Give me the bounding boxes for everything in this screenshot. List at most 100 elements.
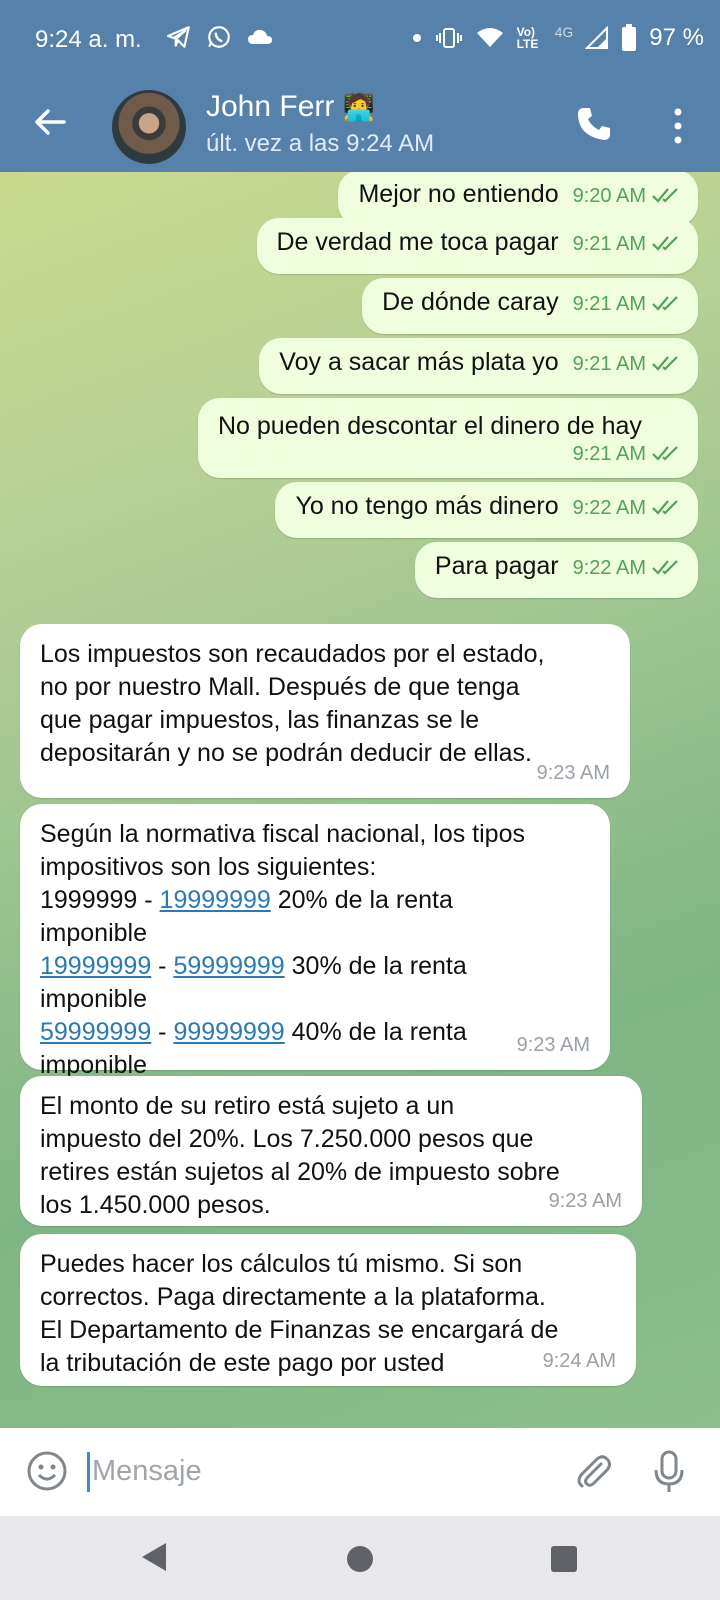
message-text: Mejor no entiendo bbox=[358, 180, 559, 208]
phone-link[interactable]: 59999999 bbox=[40, 1018, 151, 1046]
bracket-rate: 30% de la renta bbox=[284, 952, 467, 980]
system-navigation-bar bbox=[0, 1516, 720, 1600]
bracket-sep: - bbox=[151, 1018, 174, 1046]
double-check-icon bbox=[652, 296, 678, 311]
nav-back-icon[interactable] bbox=[140, 1541, 168, 1573]
message-incoming[interactable]: El monto de su retiro está sujeto a un i… bbox=[20, 1076, 642, 1226]
volte-icon: Vo) LTE bbox=[516, 25, 539, 51]
contact-name[interactable]: John Ferr 🧑‍💻 bbox=[206, 90, 375, 124]
double-check-icon bbox=[652, 188, 678, 203]
nav-home-icon[interactable] bbox=[347, 1546, 373, 1572]
message-line: El Departamento de Finanzas se encargará… bbox=[40, 1316, 559, 1344]
time-label: 9:21 AM bbox=[572, 443, 646, 465]
message-time: 9:21 AM bbox=[218, 443, 682, 465]
message-time: 9:23 AM bbox=[536, 762, 610, 784]
message-line: impuesto del 20%. Los 7.250.000 pesos qu… bbox=[40, 1125, 534, 1153]
message-line: imponible bbox=[40, 919, 148, 947]
dot-icon bbox=[412, 34, 421, 42]
message-line: que pagar impuestos, las finanzas se le bbox=[40, 706, 480, 734]
message-text: De dónde caray bbox=[382, 288, 559, 316]
message-outgoing[interactable]: De dónde caray 9:21 AM bbox=[362, 278, 698, 334]
message-text: De verdad me toca pagar bbox=[276, 228, 559, 256]
message-outgoing[interactable]: No pueden descontar el dinero de hay 9:2… bbox=[198, 398, 698, 478]
message-time: 9:22 AM bbox=[573, 552, 682, 585]
contact-name-text: John Ferr bbox=[206, 90, 335, 123]
message-time: 9:23 AM bbox=[516, 1034, 590, 1056]
vibrate-icon bbox=[435, 28, 462, 48]
time-label: 9:22 AM bbox=[572, 557, 646, 579]
telegram-icon bbox=[167, 26, 190, 48]
cloud-icon bbox=[248, 29, 272, 44]
message-line: los 1.450.000 pesos. bbox=[40, 1191, 271, 1219]
message-line: Según la normativa fiscal nacional, los … bbox=[40, 820, 525, 848]
chat-area[interactable]: Mejor no entiendo 9:20 AM De verdad me to… bbox=[0, 172, 720, 1428]
message-line: impositivos son los siguientes: bbox=[40, 853, 377, 881]
message-line: El monto de su retiro está sujeto a un bbox=[40, 1092, 455, 1120]
bracket-row: 19999999 - 59999999 30% de la renta bbox=[40, 950, 590, 983]
phone-link[interactable]: 59999999 bbox=[173, 952, 284, 980]
phone-link[interactable]: 99999999 bbox=[173, 1018, 284, 1046]
battery-icon bbox=[622, 24, 637, 51]
message-outgoing[interactable]: Voy a sacar más plata yo 9:21 AM bbox=[259, 338, 698, 394]
message-time: 9:21 AM bbox=[573, 348, 682, 381]
emoji-status-icon: 🧑‍💻 bbox=[342, 92, 376, 122]
text-caret bbox=[87, 1452, 90, 1492]
message-text: Voy a sacar más plata yo bbox=[279, 348, 559, 376]
message-line: no por nuestro Mall. Después de que teng… bbox=[40, 673, 520, 701]
notification-icons bbox=[166, 24, 274, 50]
wifi-icon bbox=[476, 28, 503, 47]
message-text: Para pagar bbox=[434, 552, 559, 580]
system-icons: Vo) LTE 4G 97 % bbox=[411, 24, 704, 52]
time-label: 9:21 AM bbox=[572, 353, 646, 375]
phone-link[interactable]: 19999999 bbox=[160, 886, 271, 914]
microphone-icon[interactable] bbox=[652, 1450, 686, 1494]
bracket-from: 1999999 bbox=[40, 886, 138, 914]
message-line: depositarán y no se podrán deducir de el… bbox=[40, 739, 532, 767]
message-line: imponible bbox=[40, 985, 148, 1013]
message-outgoing[interactable]: Yo no tengo más dinero 9:22 AM bbox=[275, 482, 698, 538]
message-line: correctos. Paga directamente a la plataf… bbox=[40, 1283, 546, 1311]
message-line: retires están sujetos al 20% de impuesto… bbox=[40, 1158, 560, 1186]
message-incoming[interactable]: Puedes hacer los cálculos tú mismo. Si s… bbox=[20, 1234, 636, 1386]
message-input[interactable]: Mensaje bbox=[92, 1455, 202, 1488]
message-text: Yo no tengo más dinero bbox=[295, 492, 559, 520]
emoji-icon[interactable] bbox=[26, 1450, 68, 1492]
double-check-icon bbox=[652, 446, 678, 461]
message-time: 9:20 AM bbox=[573, 180, 682, 213]
message-time: 9:21 AM bbox=[573, 288, 682, 321]
time-label: 9:21 AM bbox=[572, 233, 646, 255]
phone-call-icon[interactable] bbox=[574, 104, 614, 144]
message-text: No pueden descontar el dinero de hay bbox=[218, 412, 642, 440]
message-incoming[interactable]: Según la normativa fiscal nacional, los … bbox=[20, 804, 610, 1079]
bracket-rate: 20% de la renta bbox=[270, 886, 453, 914]
time-label: 9:22 AM bbox=[572, 497, 646, 519]
more-options-icon[interactable] bbox=[664, 104, 692, 148]
time-label: 9:20 AM bbox=[572, 185, 646, 207]
bracket-row: 59999999 - 99999999 40% de la renta bbox=[40, 1016, 590, 1049]
attach-icon[interactable] bbox=[574, 1452, 614, 1492]
message-outgoing[interactable]: De verdad me toca pagar 9:21 AM bbox=[256, 218, 698, 274]
message-incoming[interactable]: Los impuestos son recaudados por el esta… bbox=[20, 624, 630, 798]
back-arrow-icon[interactable] bbox=[30, 102, 70, 142]
message-time: 9:24 AM bbox=[542, 1350, 616, 1372]
double-check-icon bbox=[652, 236, 678, 251]
phone-link[interactable]: 19999999 bbox=[40, 952, 151, 980]
chat-header: John Ferr 🧑‍💻 últ. vez a las 9:24 AM bbox=[0, 80, 720, 172]
bracket-rate: 40% de la renta bbox=[284, 1018, 467, 1046]
avatar[interactable] bbox=[112, 90, 186, 164]
status-time: 9:24 a. m. bbox=[35, 26, 142, 53]
status-bar: 9:24 a. m. Vo) LTE 4G 97 % bbox=[0, 0, 720, 80]
double-check-icon bbox=[652, 356, 678, 371]
bracket-sep: - bbox=[137, 886, 160, 914]
message-line: Los impuestos son recaudados por el esta… bbox=[40, 640, 545, 668]
nav-recents-icon[interactable] bbox=[551, 1546, 577, 1572]
message-line: la tributación de este pago por usted bbox=[40, 1349, 445, 1377]
message-time: 9:22 AM bbox=[573, 492, 682, 525]
message-outgoing[interactable]: Para pagar 9:22 AM bbox=[414, 542, 698, 598]
bracket-row: 1999999 - 19999999 20% de la renta bbox=[40, 884, 590, 917]
double-check-icon bbox=[652, 500, 678, 515]
battery-level: 97 % bbox=[649, 24, 704, 51]
message-line: Puedes hacer los cálculos tú mismo. Si s… bbox=[40, 1250, 523, 1278]
message-time: 9:21 AM bbox=[573, 228, 682, 261]
time-label: 9:21 AM bbox=[572, 293, 646, 315]
